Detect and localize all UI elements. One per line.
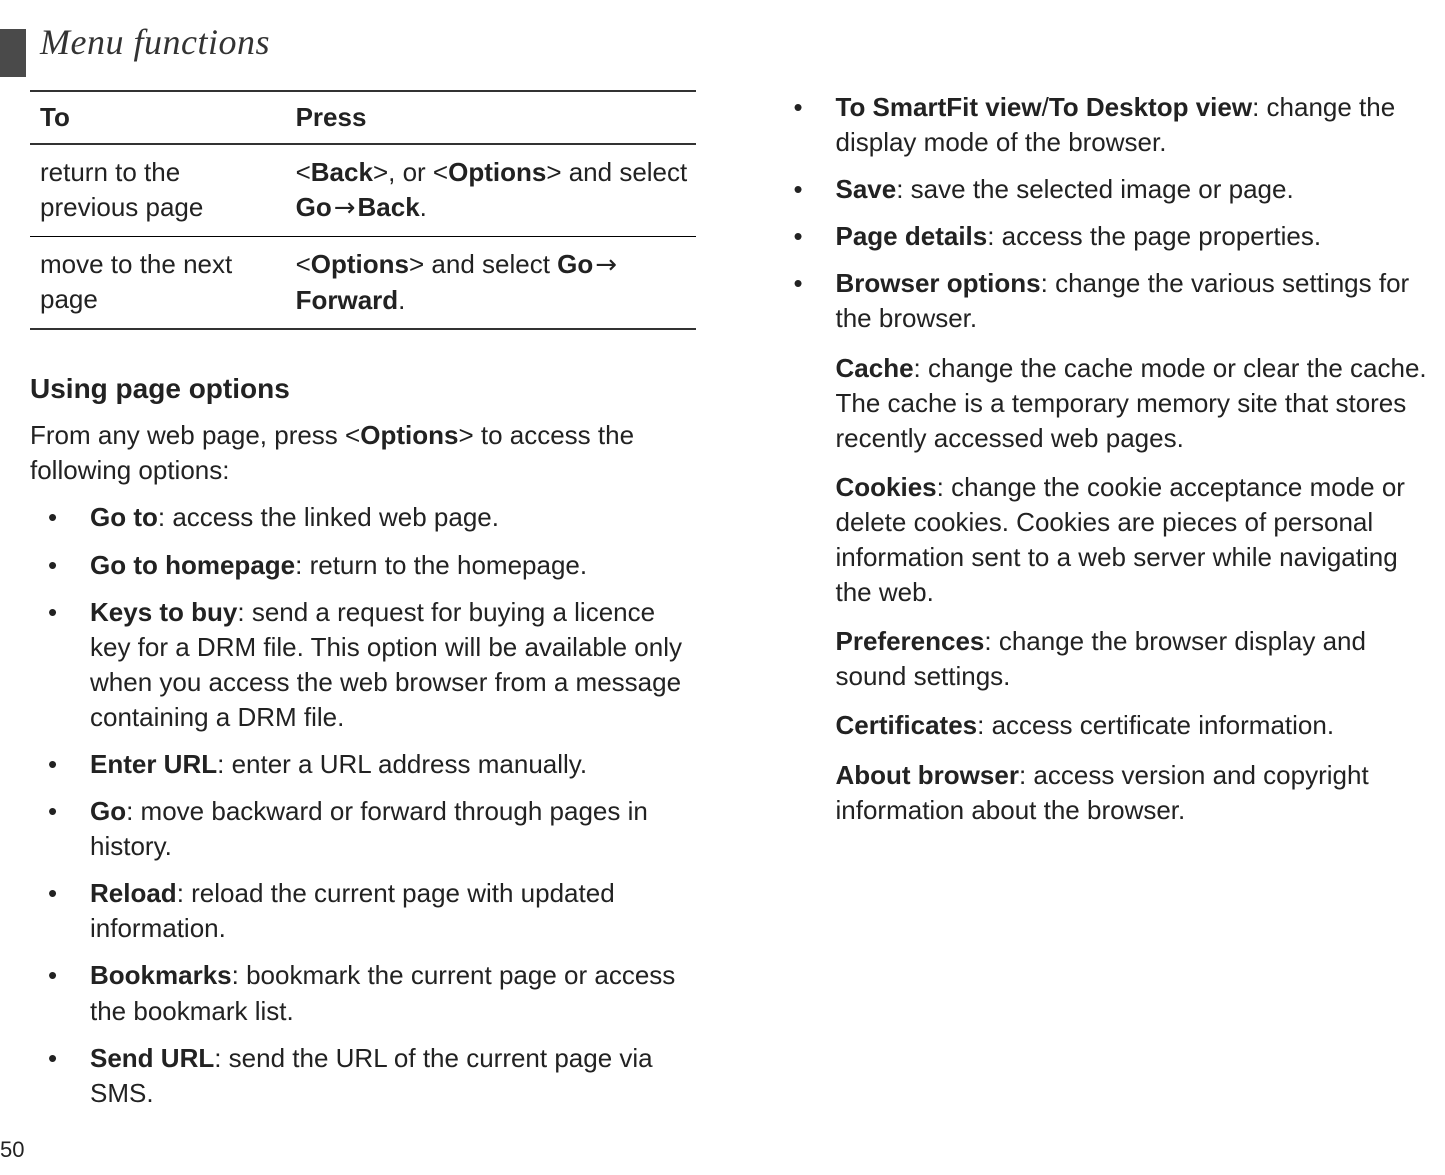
option-desc: : return to the homepage. — [295, 550, 587, 580]
option-name: Reload — [90, 878, 177, 908]
option-name: Send URL — [90, 1043, 214, 1073]
to-cell: move to the next page — [30, 237, 286, 330]
list-item: Browser options: change the various sett… — [776, 266, 1442, 827]
option-name: Go to homepage — [90, 550, 295, 580]
option-name: Page details — [836, 221, 988, 251]
section-intro: From any web page, press <Options> to ac… — [30, 418, 696, 488]
list-item: Reload: reload the current page with upd… — [30, 876, 696, 946]
option-desc: : save the selected image or page. — [896, 174, 1293, 204]
sub-option: Preferences: change the browser display … — [836, 624, 1442, 694]
page-title: Menu functions — [40, 18, 270, 67]
press-cell: <Back>, or <Options> and select Go → Bac… — [286, 144, 696, 237]
th-press: Press — [286, 91, 696, 144]
list-item: Go to: access the linked web page. — [30, 500, 696, 535]
list-item: Send URL: send the URL of the current pa… — [30, 1041, 696, 1111]
option-name: Go — [90, 796, 126, 826]
sub-option-desc: : change the cache mode or clear the cac… — [836, 353, 1427, 453]
table-row: move to the next page <Options> and sele… — [30, 237, 696, 330]
list-item: Keys to buy: send a request for buying a… — [30, 595, 696, 735]
sub-option-desc: : access certificate information. — [977, 710, 1334, 740]
option-desc: : enter a URL address manually. — [217, 749, 587, 779]
sub-option-name: Cookies — [836, 472, 937, 502]
sub-option: Cache: change the cache mode or clear th… — [836, 351, 1442, 456]
arrow-right-icon: → — [593, 248, 619, 283]
arrow-right-icon: → — [332, 191, 358, 226]
option-name: Keys to buy — [90, 597, 237, 627]
page-content: To Press return to the previous page <Ba… — [30, 90, 1441, 1135]
sub-option: Cookies: change the cookie acceptance mo… — [836, 470, 1442, 610]
section-heading: Using page options — [30, 370, 696, 408]
option-name: Enter URL — [90, 749, 217, 779]
page-number: 50 — [0, 1135, 24, 1165]
th-to: To — [30, 91, 286, 144]
list-item: Bookmarks: bookmark the current page or … — [30, 958, 696, 1028]
table-header-row: To Press — [30, 91, 696, 144]
page-header: Menu functions — [0, 18, 270, 67]
sub-option: Certificates: access certificate informa… — [836, 708, 1442, 743]
option-name: Go to — [90, 502, 158, 532]
sub-option: About browser: access version and copyri… — [836, 758, 1442, 828]
list-item: Go: move backward or forward through pag… — [30, 794, 696, 864]
list-item: To SmartFit view/To Desktop view: change… — [776, 90, 1442, 160]
option-sep: / — [1042, 92, 1049, 122]
list-item: Go to homepage: return to the homepage. — [30, 548, 696, 583]
option-name: Save — [836, 174, 897, 204]
sub-option-name: About browser — [836, 760, 1019, 790]
list-item: Enter URL: enter a URL address manually. — [30, 747, 696, 782]
list-item: Page details: access the page properties… — [776, 219, 1442, 254]
option-name: Bookmarks — [90, 960, 232, 990]
option-name-alt: To Desktop view — [1049, 92, 1252, 122]
to-cell: return to the previous page — [30, 144, 286, 237]
option-desc: : access the linked web page. — [158, 502, 499, 532]
option-desc: : access the page properties. — [987, 221, 1321, 251]
list-item: Save: save the selected image or page. — [776, 172, 1442, 207]
sub-option-name: Preferences — [836, 626, 985, 656]
sub-option-name: Cache — [836, 353, 914, 383]
header-accent-bar — [0, 29, 26, 77]
option-desc: : move backward or forward through pages… — [90, 796, 648, 861]
table-row: return to the previous page <Back>, or <… — [30, 144, 696, 237]
sub-option-name: Certificates — [836, 710, 978, 740]
option-name: To SmartFit view — [836, 92, 1042, 122]
navigation-table: To Press return to the previous page <Ba… — [30, 90, 696, 330]
option-name: Browser options — [836, 268, 1041, 298]
press-cell: <Options> and select Go → Forward. — [286, 237, 696, 330]
sub-options: Cache: change the cache mode or clear th… — [836, 351, 1442, 828]
